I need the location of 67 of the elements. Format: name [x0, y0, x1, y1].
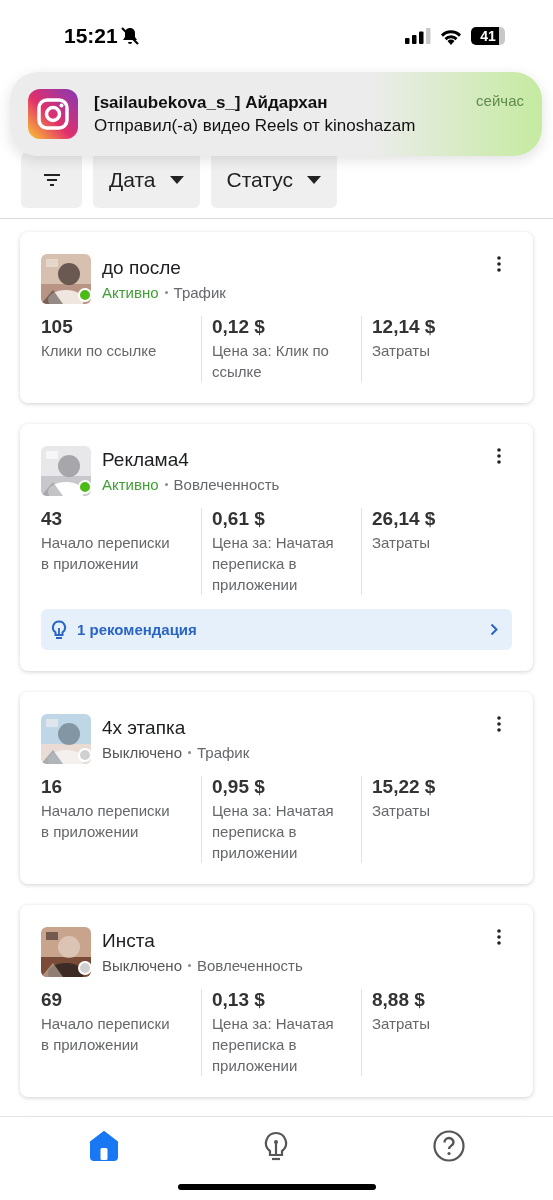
campaign-card[interactable]: 4х этапка Выключено Трафик 16 Начало переписки в приложении 0,95 $ Цена за: Начатая переписка в приложении 15,22 $ Затраты [20, 692, 533, 884]
campaign-status: Выключено [102, 744, 182, 761]
metric-label: Цена за: Начатая переписка в приложении [212, 1014, 335, 1076]
metric-label: Цена за: Начатая переписка в приложении [212, 801, 335, 863]
campaign-status: Активно [102, 284, 159, 301]
caret-icon [169, 176, 184, 184]
metric-label: Клики по ссылке [41, 341, 158, 361]
campaign-objective: Вовлеченность [173, 476, 280, 493]
metric-label: Начало переписки в приложении [41, 1014, 171, 1055]
notification-title: [sailaubekova_s_] Айдархан [94, 92, 329, 113]
campaign-status: Выключено [102, 957, 182, 974]
notification-banner[interactable]: [sailaubekova_s_] Айдархан Отправил(-а) видео Reels от kinoshazam сейчас [10, 72, 542, 156]
metric-value: 69 [41, 989, 64, 1011]
metric-label: Затраты [372, 801, 431, 821]
metric-value: 0,12 $ [212, 316, 266, 338]
filter-icon [43, 174, 60, 186]
campaign-objective: Трафик [197, 744, 250, 761]
campaign-objective: Вовлеченность [197, 957, 303, 974]
metric-value: 0,95 $ [212, 776, 266, 798]
metric-value: 0,13 $ [212, 989, 266, 1011]
campaign-name: Инста [102, 930, 155, 952]
notification-time: сейчас [476, 92, 524, 109]
metric-label: Начало переписки в приложении [41, 533, 171, 574]
home-icon [89, 1131, 120, 1161]
campaign-card[interactable]: Реклама4 Активно Вовлеченность 43 Начало переписки в приложении 0,61 $ Цена за: Начатая переписка в приложении 26,14 $ Затраты 1 рекомендация [20, 424, 533, 671]
clock: 15:21 [64, 24, 118, 48]
more-icon [497, 716, 501, 732]
metric-label: Затраты [372, 341, 431, 361]
recommendation-button[interactable]: 1 рекомендация [41, 609, 512, 650]
wifi-icon [439, 27, 463, 45]
campaign-name: Реклама4 [102, 449, 189, 471]
camera-icon [28, 89, 78, 139]
campaign-card[interactable]: Инста Выключено Вовлеченность 69 Начало переписки в приложении 0,13 $ Цена за: Начатая переписка в приложении 8,88 $ Затраты [20, 905, 533, 1097]
separator-dot [164, 483, 168, 486]
separator-dot [188, 751, 191, 754]
metric-label: Начало переписки в приложении [41, 801, 171, 842]
help-icon [432, 1130, 465, 1162]
caret-icon [306, 176, 321, 184]
signal-icon [405, 28, 431, 44]
metric-label: Затраты [372, 1014, 431, 1034]
notification-message: Отправил(-а) видео Reels от kinoshazam [94, 115, 417, 136]
metric-label: Затраты [372, 533, 431, 553]
bell-slash-icon [119, 26, 140, 46]
campaign-card[interactable]: до после Активно Трафик 105 Клики по ссылке 0,12 $ Цена за: Клик по ссылке 12,14 $ Затраты [20, 232, 533, 403]
metric-label: Цена за: Начатая переписка в приложении [212, 533, 335, 595]
metric-value: 43 [41, 508, 64, 530]
separator-dot [164, 291, 168, 294]
separator-dot [188, 964, 191, 967]
metric-value: 0,61 $ [212, 508, 266, 530]
lightbulb-icon [263, 1131, 290, 1161]
metric-value: 26,14 $ [372, 508, 437, 530]
metric-value: 12,14 $ [372, 316, 437, 338]
metric-value: 16 [41, 776, 64, 798]
more-icon [497, 448, 501, 464]
metric-value: 105 [41, 316, 74, 338]
lightbulb-icon [51, 619, 67, 640]
chevron-right-icon [490, 623, 498, 636]
campaign-name: 4х этапка [102, 717, 186, 739]
more-icon [497, 256, 501, 272]
more-icon [497, 929, 501, 945]
metric-value: 8,88 $ [372, 989, 426, 1011]
campaign-status: Активно [102, 476, 159, 493]
battery-icon: 41 [471, 27, 505, 45]
campaign-objective: Трафик [173, 284, 226, 301]
metric-label: Цена за: Клик по ссылке [212, 341, 330, 382]
campaign-name: до после [102, 257, 181, 279]
metric-value: 15,22 $ [372, 776, 437, 798]
